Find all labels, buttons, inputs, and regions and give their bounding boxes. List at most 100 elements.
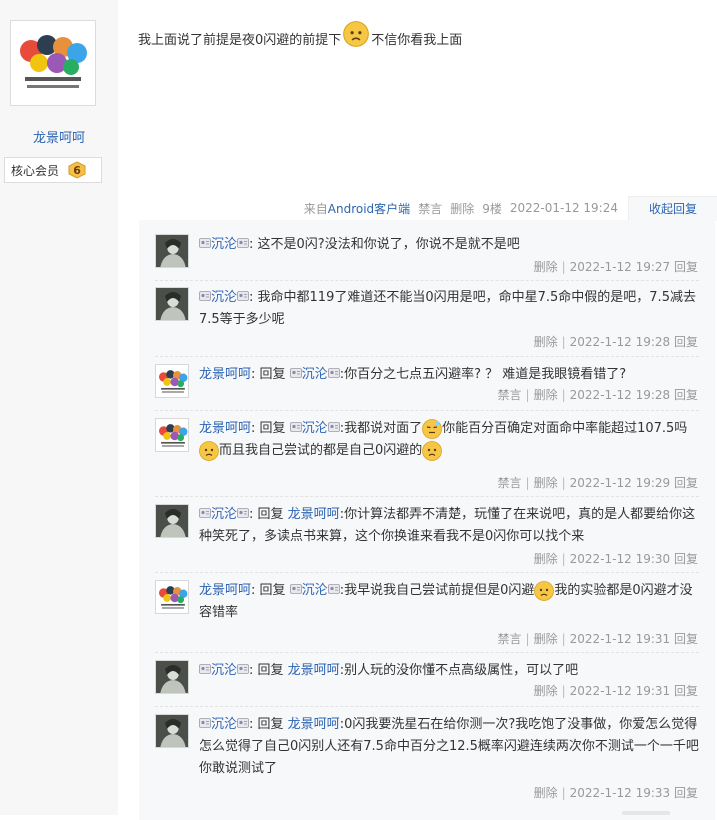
identity-badge-icon	[237, 237, 249, 249]
reply-meta: 删除 | 2022-1-12 19:27 回复	[533, 260, 698, 274]
reply-target[interactable]: 沉沦	[302, 421, 328, 436]
ban-link[interactable]: 禁言	[498, 476, 522, 490]
ban-link[interactable]: 禁言	[498, 632, 522, 646]
post-meta: 来自 Android客户端 禁言 删除 9楼 2022-01-12 19:24 …	[303, 195, 717, 221]
delete-link[interactable]: 删除	[534, 786, 558, 800]
reply-time: 2022-1-12 19:33	[569, 786, 671, 800]
reply-word: : 回复	[251, 421, 290, 436]
reply-button[interactable]: 回复	[674, 260, 698, 274]
reply-button[interactable]: 回复	[674, 335, 698, 349]
reply-content: 沉沦: 回复 龙景呵呵:0闪我要洗星石在给你测一次?我吃饱了没事做，你爱怎么觉得…	[199, 714, 699, 780]
frown-emoji-icon	[422, 441, 442, 461]
collapse-replies-button[interactable]: 收起回复	[628, 195, 717, 221]
reply-username[interactable]: 沉沦	[211, 290, 237, 305]
reply-button[interactable]: 回复	[674, 786, 698, 800]
delete-link[interactable]: 删除	[534, 260, 558, 274]
reply-button[interactable]: 回复	[674, 388, 698, 402]
identity-badge-icon	[199, 717, 211, 729]
frown-emoji-icon	[534, 581, 554, 601]
delete-link[interactable]: 删除	[534, 335, 558, 349]
reply-target[interactable]: 龙景呵呵	[288, 663, 340, 678]
reply-button[interactable]: 回复	[674, 684, 698, 698]
reply-username[interactable]: 龙景呵呵	[199, 367, 251, 382]
reply-username[interactable]: 沉沦	[211, 237, 237, 252]
dark-figure-avatar-icon	[156, 661, 189, 694]
reply-content: 沉沦 : 这不是0闪?没法和你说了，你说不是就不是吧	[199, 234, 699, 256]
identity-badge-icon	[237, 290, 249, 302]
identity-badge-icon	[290, 367, 302, 379]
identity-badge-icon	[290, 583, 302, 595]
author-username[interactable]: 龙景呵呵	[0, 127, 118, 146]
reply-button[interactable]: 回复	[674, 476, 698, 490]
reply-list: 沉沦 : 这不是0闪?没法和你说了，你说不是就不是吧 删除 | 2022-1-12 1…	[139, 220, 715, 820]
reply-meta: 禁言 | 删除 | 2022-1-12 19:28 回复	[497, 388, 698, 402]
reply-text: : 我命中都119了难道还不能当0闪用是吧，命中星7.5命中假的是吧，7.5减去…	[199, 290, 696, 327]
reply-meta: 删除 | 2022-1-12 19:31 回复	[533, 684, 698, 698]
dark-figure-avatar-icon	[156, 715, 189, 748]
source-link[interactable]: Android客户端	[328, 200, 410, 217]
reply-avatar[interactable]	[155, 660, 189, 694]
delete-link[interactable]: 删除	[534, 388, 558, 402]
reply-target[interactable]: 龙景呵呵	[288, 717, 340, 732]
reply-time: 2022-1-12 19:31	[569, 684, 671, 698]
reply-avatar[interactable]	[155, 580, 189, 614]
reply-content: 沉沦: 我命中都119了难道还不能当0闪用是吧，命中星7.5命中假的是吧，7.5…	[199, 287, 699, 331]
identity-badge-icon	[328, 583, 340, 595]
reply-content: 沉沦: 回复 龙景呵呵:别人玩的没你懂不点高级属性，可以了吧	[199, 660, 699, 682]
reply-content: 龙景呵呵: 回复 沉沦:你百分之七点五闪避率? ？ 难道是我眼镜看错了?	[199, 364, 699, 386]
post-content: 我上面说了前提是夜0闪避的前提下 不信你看我上面	[138, 25, 462, 51]
identity-badge-icon	[237, 507, 249, 519]
reply-avatar[interactable]	[155, 504, 189, 538]
reply-time: 2022-1-12 19:28	[569, 335, 671, 349]
reply-avatar[interactable]	[155, 418, 189, 452]
ban-link[interactable]: 禁言	[418, 200, 442, 217]
reply-username[interactable]: 沉沦	[211, 717, 237, 732]
delete-link[interactable]: 删除	[534, 684, 558, 698]
reply-button[interactable]: 回复	[674, 632, 698, 646]
author-sidebar: 龙景呵呵 核心会员 6	[0, 0, 118, 815]
reply-avatar[interactable]	[155, 234, 189, 268]
reply-time: 2022-1-12 19:28	[569, 388, 671, 402]
reply-username[interactable]: 沉沦	[211, 507, 237, 522]
ban-link[interactable]: 禁言	[498, 388, 522, 402]
reply-target[interactable]: 沉沦	[302, 367, 328, 382]
reply-text: : 这不是0闪?没法和你说了，你说不是就不是吧	[249, 237, 520, 252]
identity-badge-icon	[199, 290, 211, 302]
reply-content: 龙景呵呵: 回复 沉沦:我早说我自己尝试前提但是0闪避 我的实验都是0闪避才没容错…	[199, 580, 699, 624]
reply-word: : 回复	[249, 507, 288, 522]
reply-avatar[interactable]	[155, 364, 189, 398]
delete-link[interactable]: 删除	[450, 200, 474, 217]
reply-username[interactable]: 龙景呵呵	[199, 583, 251, 598]
reply-word: : 回复	[249, 717, 288, 732]
reply-button[interactable]: 回复	[674, 552, 698, 566]
delete-link[interactable]: 删除	[534, 476, 558, 490]
level-badge-icon: 6	[67, 161, 87, 179]
reply-text-c: 而且我自己尝试的都是自己0闪避的	[219, 443, 423, 458]
post-datetime: 2022-01-12 19:24	[509, 201, 618, 215]
source-prefix: 来自	[303, 201, 328, 216]
group-avatar-icon	[156, 581, 189, 614]
member-level[interactable]: 核心会员 6	[4, 157, 102, 183]
reply-time: 2022-1-12 19:30	[569, 552, 671, 566]
scroll-indicator[interactable]	[622, 811, 670, 815]
reply-time: 2022-1-12 19:29	[569, 476, 671, 490]
delete-link[interactable]: 删除	[534, 632, 558, 646]
dark-figure-avatar-icon	[156, 505, 189, 538]
reply-target[interactable]: 沉沦	[302, 583, 328, 598]
identity-badge-icon	[199, 507, 211, 519]
reply-username[interactable]: 龙景呵呵	[199, 421, 251, 436]
identity-badge-icon	[328, 367, 340, 379]
reply-target[interactable]: 龙景呵呵	[288, 507, 340, 522]
awkward-emoji-icon	[422, 419, 442, 439]
author-avatar[interactable]	[10, 20, 96, 106]
reply-content: 沉沦: 回复 龙景呵呵:你计算法都弄不清楚，玩懂了在来说吧，真的是人都要给你这种…	[199, 504, 699, 548]
reply-meta: 禁言 | 删除 | 2022-1-12 19:31 回复	[497, 632, 698, 646]
reply-avatar[interactable]	[155, 287, 189, 321]
delete-link[interactable]: 删除	[534, 552, 558, 566]
identity-badge-icon	[199, 663, 211, 675]
reply-content: 龙景呵呵: 回复 沉沦:我都说对面了 你能百分百确定对面命中率能超过107.5吗而…	[199, 418, 699, 462]
group-avatar-icon	[156, 419, 189, 452]
reply-username[interactable]: 沉沦	[211, 663, 237, 678]
reply-avatar[interactable]	[155, 714, 189, 748]
reply-text: :你百分之七点五闪避率? ？ 难道是我眼镜看错了?	[339, 367, 627, 382]
